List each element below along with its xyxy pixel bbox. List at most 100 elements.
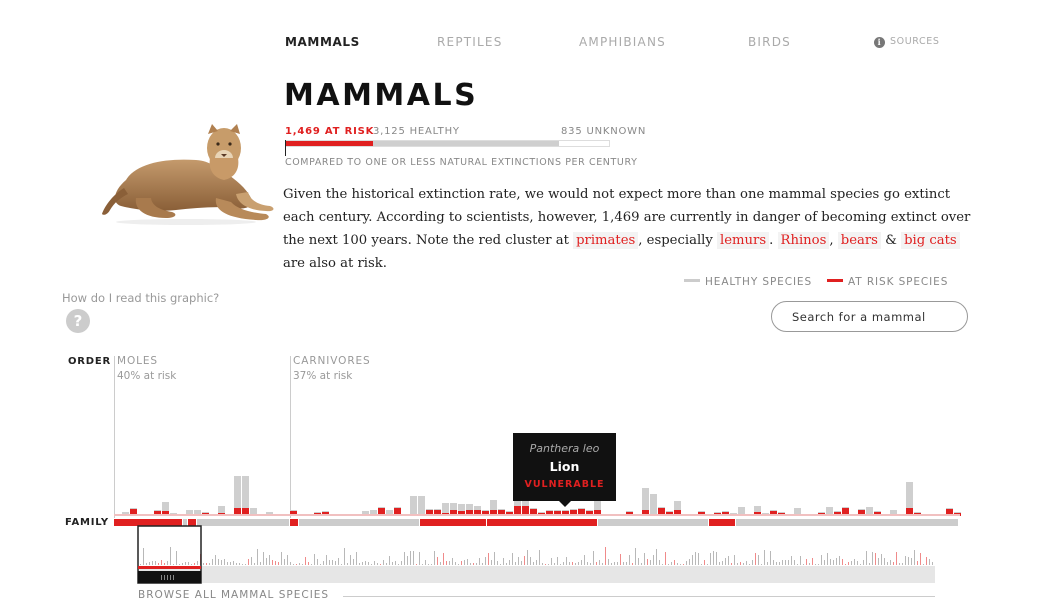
family-healthy-bar[interactable] <box>666 511 673 512</box>
overview-tick[interactable] <box>284 559 285 565</box>
overview-tick[interactable] <box>260 562 261 565</box>
overview-tick[interactable] <box>413 551 414 565</box>
overview-tick[interactable] <box>164 563 165 565</box>
overview-tick[interactable] <box>656 549 657 565</box>
overview-tick[interactable] <box>326 555 327 565</box>
family-healthy-bar[interactable] <box>394 507 401 508</box>
overview-tick[interactable] <box>365 561 366 565</box>
overview-tick[interactable] <box>494 552 495 565</box>
overview-tick[interactable] <box>887 562 888 565</box>
family-healthy-bar[interactable] <box>546 510 553 511</box>
overview-tick[interactable] <box>383 560 384 565</box>
family-strip-segment[interactable] <box>183 519 187 526</box>
overview-tick[interactable] <box>503 558 504 565</box>
browse-label[interactable]: BROWSE ALL MAMMAL SPECIES <box>138 589 329 601</box>
overview-tick[interactable] <box>221 560 222 565</box>
overview-tick[interactable] <box>155 561 156 565</box>
overview-tick[interactable] <box>470 563 471 565</box>
overview-tick[interactable] <box>815 564 816 565</box>
overview-tick[interactable] <box>737 563 738 565</box>
family-healthy-bar[interactable] <box>530 508 537 509</box>
grip-icon[interactable] <box>161 575 162 580</box>
overview-tick[interactable] <box>311 564 312 565</box>
overview-tick[interactable] <box>650 560 651 565</box>
overview-tick[interactable] <box>809 563 810 565</box>
overview-tick[interactable] <box>194 563 195 565</box>
overview-tick[interactable] <box>335 561 336 565</box>
overview-tick[interactable] <box>218 559 219 565</box>
overview-tick[interactable] <box>734 555 735 565</box>
overview-tick[interactable] <box>350 555 351 565</box>
overview-tick[interactable] <box>812 558 813 565</box>
family-strip-segment[interactable] <box>709 519 735 526</box>
family-healthy-bar[interactable] <box>290 510 297 511</box>
family-healthy-bar[interactable] <box>650 494 657 516</box>
overview-tick[interactable] <box>710 553 711 565</box>
overview-tick[interactable] <box>701 564 702 565</box>
family-healthy-bar[interactable] <box>434 509 441 510</box>
overview-tick[interactable] <box>548 564 549 565</box>
family-healthy-bar[interactable] <box>538 512 545 513</box>
overview-tick[interactable] <box>233 561 234 565</box>
overview-tick[interactable] <box>188 562 189 565</box>
overview-tick[interactable] <box>743 563 744 565</box>
overview-tick[interactable] <box>572 562 573 565</box>
overview-tick[interactable] <box>680 564 681 565</box>
overview-tick[interactable] <box>833 560 834 565</box>
family-strip-segment[interactable] <box>188 519 196 526</box>
overview-tick[interactable] <box>683 564 684 565</box>
overview-tick[interactable] <box>596 562 597 565</box>
overview-tick[interactable] <box>338 558 339 565</box>
family-healthy-bar[interactable] <box>626 511 633 512</box>
overview-tick[interactable] <box>371 564 372 565</box>
overview-tick[interactable] <box>479 558 480 565</box>
overview-tick[interactable] <box>302 564 303 565</box>
overview-tick[interactable] <box>866 551 867 565</box>
family-strip-segment[interactable] <box>299 519 419 526</box>
overview-tick[interactable] <box>467 559 468 565</box>
overview-tick[interactable] <box>308 562 309 565</box>
overview-tick[interactable] <box>251 557 252 565</box>
overview-tick[interactable] <box>875 553 876 565</box>
overview-tick[interactable] <box>563 562 564 565</box>
overview-tick[interactable] <box>212 559 213 565</box>
overview-tick[interactable] <box>437 557 438 565</box>
overview-tick[interactable] <box>248 559 249 565</box>
overview-tick[interactable] <box>848 562 849 565</box>
overview-tick[interactable] <box>428 564 429 565</box>
overview-tick[interactable] <box>587 562 588 565</box>
overview-tick[interactable] <box>299 563 300 565</box>
overview-tick[interactable] <box>752 560 753 565</box>
overview-tick[interactable] <box>533 562 534 565</box>
overview-tick[interactable] <box>599 560 600 565</box>
family-healthy-bar[interactable] <box>314 512 321 513</box>
overview-tick[interactable] <box>323 561 324 565</box>
overview-tick[interactable] <box>287 555 288 565</box>
overview-tick[interactable] <box>662 564 663 565</box>
overview-tick[interactable] <box>611 563 612 565</box>
overview-tick[interactable] <box>539 550 540 565</box>
overview-tick[interactable] <box>305 557 306 565</box>
overview-tick[interactable] <box>923 564 924 565</box>
overview-tick[interactable] <box>806 559 807 565</box>
overview-tick[interactable] <box>524 556 525 565</box>
overview-tick[interactable] <box>227 562 228 565</box>
overview-tick[interactable] <box>263 552 264 565</box>
overview-tick[interactable] <box>707 564 708 565</box>
overview-tick[interactable] <box>695 552 696 565</box>
overview-tick[interactable] <box>353 559 354 565</box>
overview-tick[interactable] <box>602 563 603 565</box>
overview-tick[interactable] <box>653 555 654 565</box>
overview-tick[interactable] <box>542 563 543 565</box>
overview-tick[interactable] <box>920 553 921 565</box>
overview-tick[interactable] <box>215 555 216 565</box>
overview-tick[interactable] <box>512 553 513 565</box>
overview-tick[interactable] <box>725 558 726 565</box>
family-healthy-bar[interactable] <box>506 511 513 512</box>
overview-tick[interactable] <box>722 561 723 565</box>
overview-tick[interactable] <box>296 564 297 565</box>
overview-tick[interactable] <box>617 562 618 565</box>
overview-tick[interactable] <box>158 563 159 565</box>
overview-tick[interactable] <box>332 560 333 565</box>
family-healthy-bar[interactable] <box>658 507 665 508</box>
